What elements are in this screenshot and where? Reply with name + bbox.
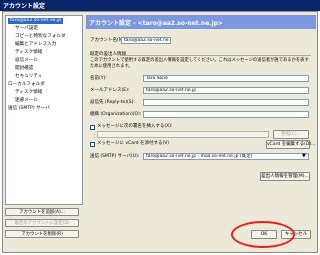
browse-button[interactable]: 参照(C)...: [273, 130, 309, 139]
email-input[interactable]: taro@aa2.so-net.ne.jp: [143, 87, 309, 94]
vcard-checkbox[interactable]: [90, 142, 95, 147]
set-default-account-button[interactable]: 既定のアカウントに設定(D): [5, 219, 79, 227]
account-tree[interactable]: taro@aa2.so-net.ne.jp サーバ設定 コピーと特別なフォルダ …: [5, 15, 83, 205]
reply-to-label: 返信先 (Reply-to)(S):: [90, 100, 135, 105]
tree-item-copies-folders[interactable]: コピーと特別なフォルダ: [15, 34, 66, 40]
panel-header: アカウント設定 - <taro@aa2.so-net.ne.jp>: [86, 15, 316, 29]
edit-vcard-button[interactable]: vCard を編集する(D)...: [266, 140, 315, 149]
name-label: 名前(Y):: [90, 76, 107, 81]
tree-item-security[interactable]: セキュリティ: [15, 74, 42, 80]
tree-item-composition[interactable]: 編集とアドレス入力: [15, 42, 56, 48]
tree-item-junk-mail[interactable]: 迷惑メール: [15, 98, 38, 104]
highlight-circle: [231, 221, 295, 248]
reply-to-input[interactable]: [143, 99, 309, 106]
name-input[interactable]: Taro Sone: [143, 75, 309, 82]
tree-item-server-settings[interactable]: サーバ設定: [15, 26, 38, 32]
title-bar[interactable]: アカウント設定: [0, 0, 320, 11]
signature-file-input[interactable]: [97, 131, 269, 138]
tree-item-account[interactable]: taro@aa2.so-net.ne.jp: [8, 18, 64, 24]
tree-item-read-receipts[interactable]: 開封確認: [15, 66, 33, 72]
email-label: メールアドレス(E):: [90, 88, 130, 93]
signature-checkbox[interactable]: [90, 125, 95, 130]
section-divider: [121, 55, 311, 56]
tree-item-local-folders[interactable]: ローカルフォルダ: [8, 82, 45, 88]
smtp-select-value: taro@aa2.so-net.ne.jp - mail.so-net.ne.j…: [146, 154, 253, 159]
organization-input[interactable]: [143, 111, 309, 118]
account-settings-window: アカウント設定 taro@aa2.so-net.ne.jp サーバ設定 コピーと…: [0, 0, 320, 255]
organization-label: 組織 (Organization)(O):: [90, 112, 142, 117]
chevron-down-icon[interactable]: ▼: [302, 154, 306, 159]
section-note: このアカウントで使用する既定の差出人情報を設定してください。これはメッセージの送…: [90, 58, 309, 69]
add-account-button[interactable]: アカウントを追加(A)...: [5, 208, 79, 216]
tree-item-local-disk-space[interactable]: ディスク領域: [15, 90, 42, 96]
tree-item-return-receipts[interactable]: 返信メール: [15, 58, 38, 64]
tree-item-smtp-server[interactable]: 送信 (SMTP) サーバ: [8, 106, 50, 112]
account-name-input[interactable]: taro@aa2.so-net.ne.jp: [121, 37, 171, 44]
smtp-label: 送信 (SMTP) サーバ(U):: [90, 154, 140, 159]
vcard-label: メッセージに vCard を添付する(V): [97, 141, 170, 146]
smtp-select[interactable]: taro@aa2.so-net.ne.jp - mail.so-net.ne.j…: [143, 153, 309, 160]
signature-label: メッセージに次の署名を挿入する(X):: [97, 124, 173, 129]
tree-item-disk-space[interactable]: ディスク領域: [15, 50, 42, 56]
remove-account-button[interactable]: アカウントを削除(R): [5, 230, 79, 238]
panel-title: アカウント設定 - <taro@aa2.so-net.ne.jp>: [89, 20, 223, 27]
manage-identities-button[interactable]: 差出人情報を管理(M)...: [260, 172, 310, 181]
window-title: アカウント設定: [3, 3, 46, 10]
